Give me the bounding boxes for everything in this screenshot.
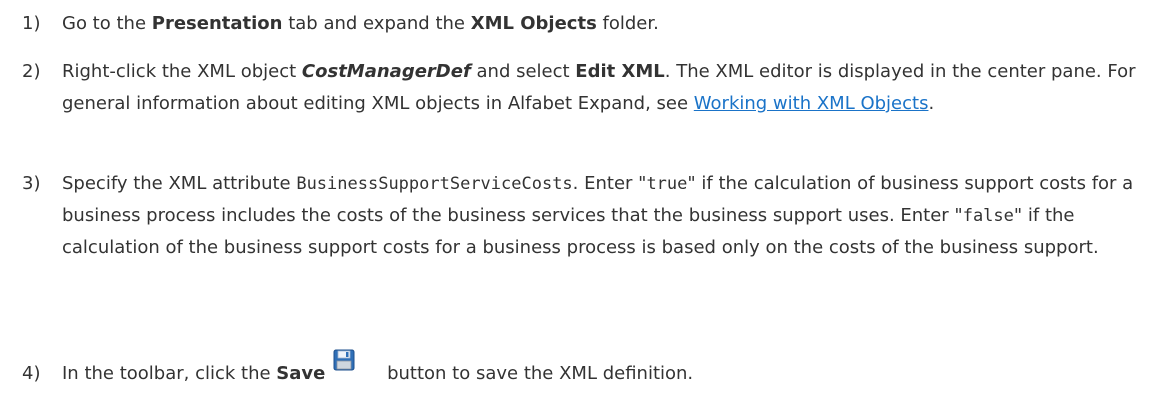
step-text: In the toolbar, click the Save button to… xyxy=(62,349,1154,390)
step-text: Go to the Presentation tab and expand th… xyxy=(62,13,659,34)
step-1: 1) Go to the Presentation tab and expand… xyxy=(22,8,1154,40)
step-text: Specify the XML attribute BusinessSuppor… xyxy=(62,173,1134,258)
step-number: 4) xyxy=(22,363,41,384)
save-command: Save xyxy=(276,363,326,384)
false-value: false xyxy=(962,206,1014,226)
step-number: 2) xyxy=(22,61,41,82)
xml-attribute-name: BusinessSupportServiceCosts xyxy=(296,174,573,194)
true-value: true xyxy=(646,174,688,194)
step-3: 3) Specify the XML attribute BusinessSup… xyxy=(22,168,1154,264)
step-number: 1) xyxy=(22,13,41,34)
edit-xml-command: Edit XML xyxy=(575,61,665,82)
step-2: 2) Right-click the XML object CostManage… xyxy=(22,56,1154,120)
step-number: 3) xyxy=(22,173,41,194)
xml-object-name: CostManagerDef xyxy=(301,61,471,82)
step-text: Right-click the XML object CostManagerDe… xyxy=(62,61,1136,114)
xml-objects-folder-name: XML Objects xyxy=(470,13,597,34)
presentation-tab-name: Presentation xyxy=(151,13,283,34)
working-with-xml-objects-link[interactable]: Working with XML Objects xyxy=(694,93,929,114)
save-floppy-icon xyxy=(333,349,355,371)
instruction-steps: 1) Go to the Presentation tab and expand… xyxy=(0,0,1164,401)
step-4: 4) In the toolbar, click the Save button… xyxy=(22,349,1154,390)
